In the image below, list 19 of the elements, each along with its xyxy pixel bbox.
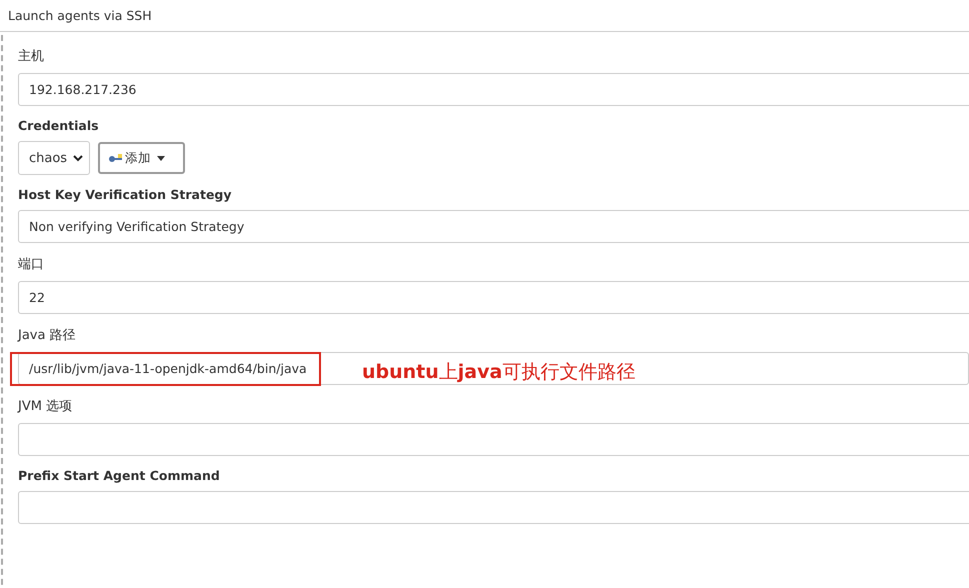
strategy-select[interactable]: Non verifying Verification Strategy bbox=[18, 210, 969, 243]
field-label: Prefix Start Agent Command bbox=[18, 468, 221, 483]
field-label: Host Key Verification Strategy bbox=[18, 187, 233, 202]
section-title: Launch agents via SSH bbox=[0, 0, 969, 32]
field-label: Credentials bbox=[18, 118, 100, 133]
text-field[interactable]: 22 bbox=[18, 281, 969, 314]
credentials-select[interactable]: chaos bbox=[18, 141, 90, 175]
chevron-icon bbox=[73, 154, 83, 162]
field-label: 主机 bbox=[18, 48, 45, 65]
add-button[interactable]: 添加 bbox=[98, 142, 185, 174]
text-field[interactable] bbox=[18, 423, 969, 456]
field-label: Java 路径 bbox=[18, 327, 77, 344]
caret-icon bbox=[157, 156, 165, 160]
field-label: 端口 bbox=[18, 256, 45, 273]
text-field[interactable]: 192.168.217.236 bbox=[18, 73, 969, 106]
annotation-text: ubuntu上java可执行文件路径 bbox=[362, 360, 636, 385]
text-field[interactable] bbox=[18, 491, 969, 524]
key-icon bbox=[108, 154, 123, 162]
field-label: JVM 选项 bbox=[18, 398, 74, 415]
